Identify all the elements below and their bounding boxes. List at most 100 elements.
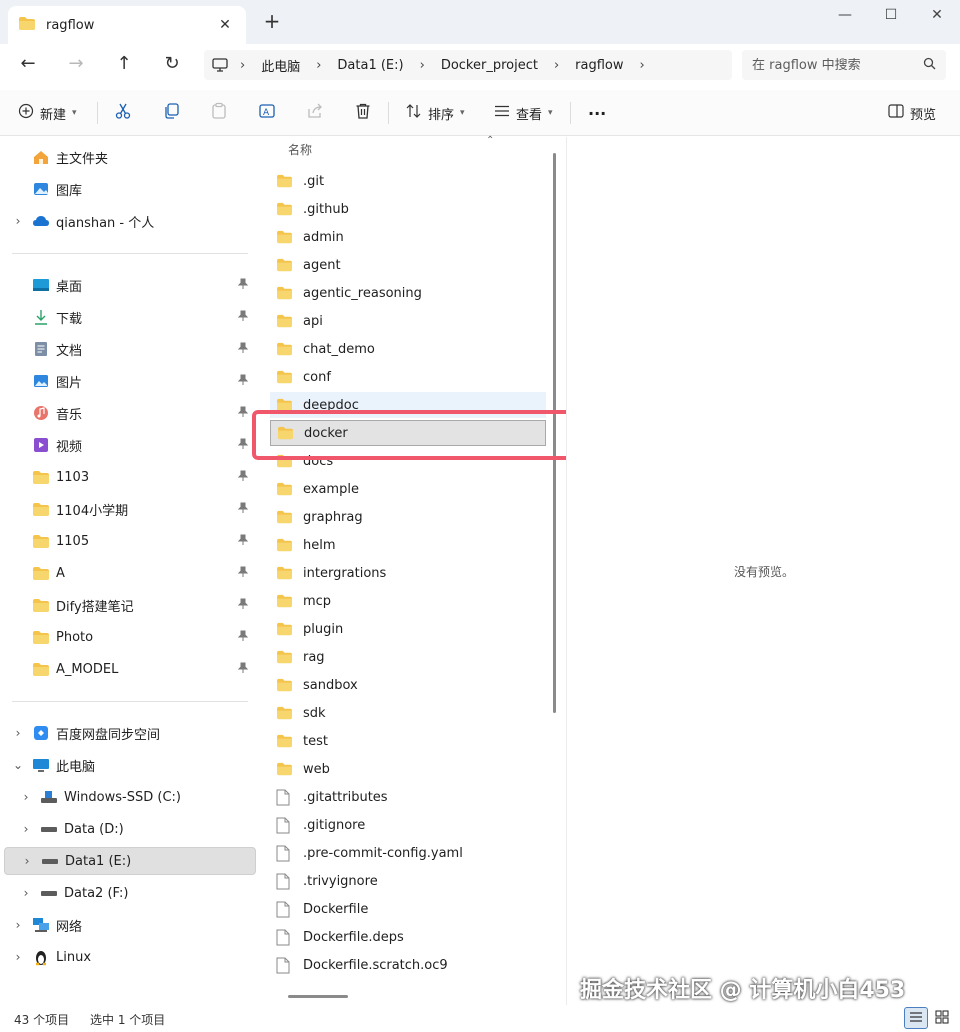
pin-icon[interactable] <box>237 278 249 293</box>
share-button[interactable] <box>306 100 324 126</box>
sidebar-item-baidu-sync[interactable]: › 百度网盘同步空间 <box>4 719 256 747</box>
sidebar-item-pinned[interactable]: 音乐 <box>4 399 256 427</box>
file-row[interactable]: .gitattributes <box>270 784 546 810</box>
pin-icon[interactable] <box>237 374 249 389</box>
folder-row[interactable]: admin <box>270 224 546 250</box>
sidebar-item-network[interactable]: › 网络 <box>4 911 256 939</box>
sidebar-item-pinned[interactable]: A <box>4 559 256 587</box>
folder-row[interactable]: chat_demo <box>270 336 546 362</box>
chevron-right-icon[interactable]: › <box>10 950 26 964</box>
sidebar-item-drive-f[interactable]: › Data2 (F:) <box>4 879 256 907</box>
sidebar-item-pinned[interactable]: 1105 <box>4 527 256 555</box>
sidebar-item-drive-e[interactable]: › Data1 (E:) <box>4 847 256 875</box>
maximize-icon[interactable]: ☐ <box>868 4 914 28</box>
chevron-right-icon[interactable]: › <box>10 726 26 740</box>
chevron-right-icon[interactable]: › <box>18 822 34 836</box>
folder-row[interactable]: api <box>270 308 546 334</box>
folder-row[interactable]: example <box>270 476 546 502</box>
sidebar-item-pinned[interactable]: 图片 <box>4 367 256 395</box>
folder-row[interactable]: plugin <box>270 616 546 642</box>
chevron-right-icon[interactable]: › <box>408 58 437 73</box>
chevron-right-icon[interactable]: › <box>628 58 657 73</box>
sidebar-item-pinned[interactable]: 桌面 <box>4 271 256 299</box>
sidebar-item-pinned[interactable]: A_MODEL <box>4 655 256 683</box>
pin-icon[interactable] <box>237 534 249 549</box>
sort-button[interactable]: 排序 ▾ <box>406 100 465 126</box>
view-button[interactable]: 查看 ▾ <box>494 100 553 126</box>
crumb-this-pc[interactable]: 此电脑 <box>257 56 304 75</box>
sidebar-item-pinned[interactable]: Photo <box>4 623 256 651</box>
cut-button[interactable] <box>114 100 132 126</box>
pin-icon[interactable] <box>237 438 249 453</box>
minimize-icon[interactable]: — <box>822 4 868 28</box>
pin-icon[interactable] <box>237 566 249 581</box>
pin-icon[interactable] <box>237 406 249 421</box>
folder-row[interactable]: graphrag <box>270 504 546 530</box>
sidebar-item-home[interactable]: 主文件夹 <box>4 143 256 171</box>
folder-row[interactable]: sandbox <box>270 672 546 698</box>
details-view-button[interactable] <box>904 1007 928 1029</box>
file-row[interactable]: Dockerfile <box>270 896 546 922</box>
folder-row[interactable]: helm <box>270 532 546 558</box>
folder-row[interactable]: web <box>270 756 546 782</box>
sidebar-item-pinned[interactable]: 1104小学期 <box>4 495 256 523</box>
sidebar-item-gallery[interactable]: 图库 <box>4 175 256 203</box>
folder-row[interactable]: sdk <box>270 700 546 726</box>
more-options-icon[interactable]: ··· <box>588 100 606 126</box>
back-arrow-icon[interactable]: ← <box>14 52 42 78</box>
computer-icon[interactable] <box>212 58 228 72</box>
pin-icon[interactable] <box>237 502 249 517</box>
new-tab-icon[interactable]: + <box>262 11 282 32</box>
pin-icon[interactable] <box>237 630 249 645</box>
sidebar-item-drive-d[interactable]: › Data (D:) <box>4 815 256 843</box>
search-box[interactable] <box>742 50 946 80</box>
up-arrow-icon[interactable]: ↑ <box>110 52 138 78</box>
folder-row[interactable]: agent <box>270 252 546 278</box>
breadcrumb[interactable]: › 此电脑 › Data1 (E:) › Docker_project › ra… <box>204 50 732 80</box>
chevron-right-icon[interactable]: › <box>10 214 26 228</box>
sidebar-item-onedrive[interactable]: › qianshan - 个人 <box>4 207 256 235</box>
sidebar-item-pinned[interactable]: Dify搭建笔记 <box>4 591 256 619</box>
sidebar-item-pinned[interactable]: 下载 <box>4 303 256 331</box>
horizontal-scrollbar[interactable] <box>288 995 348 998</box>
new-button[interactable]: 新建 ▾ <box>18 100 77 126</box>
pin-icon[interactable] <box>237 470 249 485</box>
pin-icon[interactable] <box>237 342 249 357</box>
crumb-docker-project[interactable]: Docker_project <box>437 58 542 73</box>
delete-button[interactable] <box>354 100 372 126</box>
tiles-view-button[interactable] <box>930 1007 954 1029</box>
folder-row[interactable]: .github <box>270 196 546 222</box>
folder-row[interactable]: rag <box>270 644 546 670</box>
chevron-right-icon[interactable]: › <box>18 886 34 900</box>
paste-button[interactable] <box>210 100 228 126</box>
close-tab-icon[interactable]: ✕ <box>214 17 236 33</box>
file-row[interactable]: Dockerfile.scratch.oc9 <box>270 952 546 978</box>
tab-ragflow[interactable]: ragflow ✕ <box>8 6 246 44</box>
folder-row[interactable]: test <box>270 728 546 754</box>
chevron-right-icon[interactable]: › <box>18 790 34 804</box>
chevron-right-icon[interactable]: › <box>19 854 35 868</box>
chevron-right-icon[interactable]: › <box>542 58 571 73</box>
copy-button[interactable] <box>162 100 180 126</box>
pin-icon[interactable] <box>237 310 249 325</box>
pin-icon[interactable] <box>237 598 249 613</box>
refresh-icon[interactable]: ↻ <box>158 52 186 78</box>
file-row[interactable]: .pre-commit-config.yaml <box>270 840 546 866</box>
folder-row[interactable]: mcp <box>270 588 546 614</box>
file-row[interactable]: Dockerfile.deps <box>270 924 546 950</box>
pin-icon[interactable] <box>237 662 249 677</box>
forward-arrow-icon[interactable]: → <box>62 52 90 78</box>
folder-row[interactable]: agentic_reasoning <box>270 280 546 306</box>
crumb-data1[interactable]: Data1 (E:) <box>333 58 407 73</box>
folder-row[interactable]: .git <box>270 168 546 194</box>
column-header-name[interactable]: 名称 <box>288 141 312 158</box>
folder-row[interactable]: conf <box>270 364 546 390</box>
file-row[interactable]: .trivyignore <box>270 868 546 894</box>
rename-button[interactable]: A <box>258 100 276 126</box>
folder-row[interactable]: intergrations <box>270 560 546 586</box>
search-icon[interactable] <box>923 57 936 74</box>
sidebar-item-pinned[interactable]: 视频 <box>4 431 256 459</box>
chevron-down-icon[interactable]: ⌄ <box>10 758 26 772</box>
close-window-icon[interactable]: ✕ <box>914 4 960 28</box>
search-input[interactable] <box>752 57 923 73</box>
